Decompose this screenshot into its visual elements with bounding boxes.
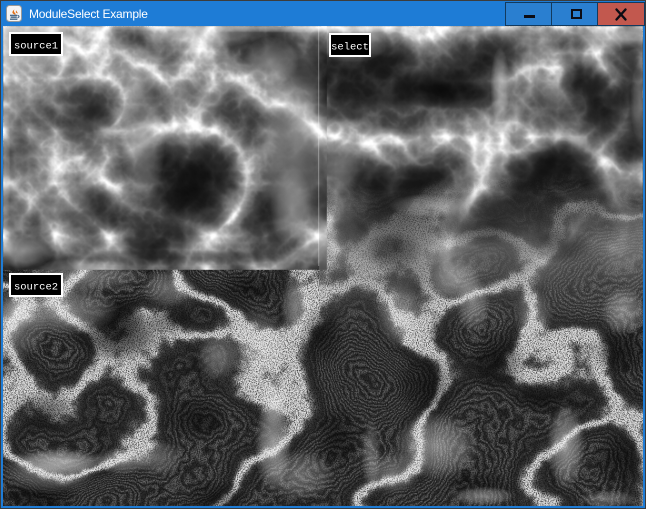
- svg-text:source2: source2: [14, 282, 58, 294]
- svg-text:select: select: [331, 42, 369, 54]
- svg-text:source1: source1: [14, 41, 58, 53]
